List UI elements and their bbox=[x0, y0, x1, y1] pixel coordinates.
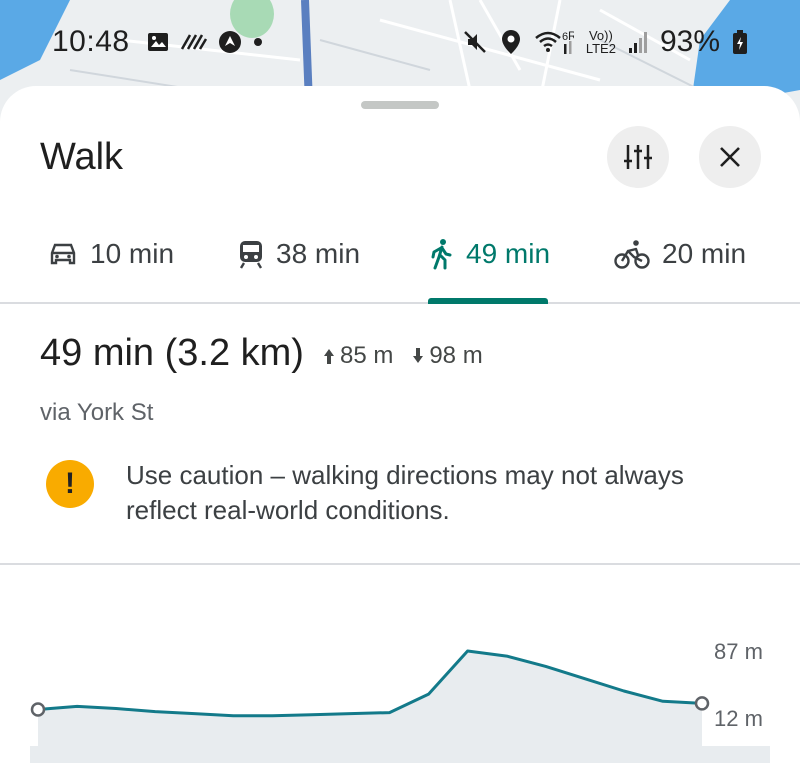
location-pin-icon bbox=[500, 29, 522, 55]
elevation-chart: 87 m 12 m bbox=[0, 626, 800, 763]
arrow-up-icon bbox=[322, 347, 336, 365]
dot-icon bbox=[252, 36, 264, 48]
close-icon bbox=[719, 146, 741, 168]
tab-bike[interactable]: 20 min bbox=[614, 234, 746, 274]
tab-drive[interactable]: 10 min bbox=[48, 234, 174, 274]
sheet-title: Walk bbox=[40, 136, 124, 178]
bike-icon bbox=[614, 239, 650, 269]
arrow-down-icon bbox=[411, 347, 425, 365]
cell-signal-icon bbox=[628, 30, 648, 54]
warning-text: Use caution – walking directions may not… bbox=[126, 460, 684, 525]
section-divider bbox=[0, 563, 800, 565]
close-button[interactable] bbox=[699, 126, 761, 188]
route-options-button[interactable] bbox=[607, 126, 669, 188]
caution-warning: ! Use caution – walking directions may n… bbox=[46, 458, 746, 528]
route-via: via York St bbox=[40, 399, 154, 426]
route-duration-distance: 49 min (3.2 km) bbox=[40, 332, 304, 374]
nav-arrow-icon bbox=[218, 30, 242, 54]
elevation-profile-svg bbox=[30, 649, 770, 763]
elevation-end-point bbox=[694, 696, 710, 711]
tab-transit[interactable]: 38 min bbox=[238, 234, 360, 274]
tune-icon bbox=[623, 143, 653, 171]
elevation-start-point bbox=[30, 702, 46, 717]
image-icon bbox=[146, 30, 170, 54]
tab-walk[interactable]: 49 min bbox=[430, 234, 550, 274]
train-icon bbox=[238, 239, 264, 269]
status-time: 10:48 bbox=[52, 25, 130, 58]
ascent-stat: 85 m bbox=[322, 342, 393, 370]
directions-sheet: Walk 10 min 38 min 49 min 20 min 49 min … bbox=[0, 86, 800, 763]
signal-waves-icon bbox=[180, 31, 208, 53]
car-icon bbox=[48, 241, 78, 267]
active-tab-indicator bbox=[428, 298, 548, 304]
battery-charging-icon bbox=[732, 29, 748, 55]
elevation-max-label: 87 m bbox=[714, 639, 763, 664]
volte-lte2-icon: Vo)) LTE2 bbox=[585, 28, 616, 56]
walk-icon bbox=[430, 238, 454, 270]
svg-text:R: R bbox=[568, 29, 574, 43]
tab-drive-label: 10 min bbox=[90, 238, 175, 269]
tab-transit-label: 38 min bbox=[276, 238, 361, 269]
travel-mode-tabs: 10 min 38 min 49 min 20 min bbox=[0, 216, 800, 304]
descent-stat: 98 m bbox=[411, 342, 483, 370]
status-bar: 10:48 6R Vo)) LTE2 93% bbox=[0, 0, 800, 84]
tab-walk-label: 49 min bbox=[466, 238, 551, 269]
exclamation-icon: ! bbox=[46, 460, 94, 508]
battery-percent: 93% bbox=[659, 25, 720, 58]
wifi-icon: 6R bbox=[534, 28, 574, 56]
drag-handle[interactable] bbox=[361, 101, 439, 109]
elevation-min-label: 12 m bbox=[714, 706, 763, 731]
elevation-area bbox=[38, 651, 702, 762]
tab-bike-label: 20 min bbox=[662, 238, 747, 269]
mute-icon bbox=[462, 29, 488, 55]
route-summary: 49 min (3.2 km) 85 m 98 m bbox=[40, 332, 483, 375]
